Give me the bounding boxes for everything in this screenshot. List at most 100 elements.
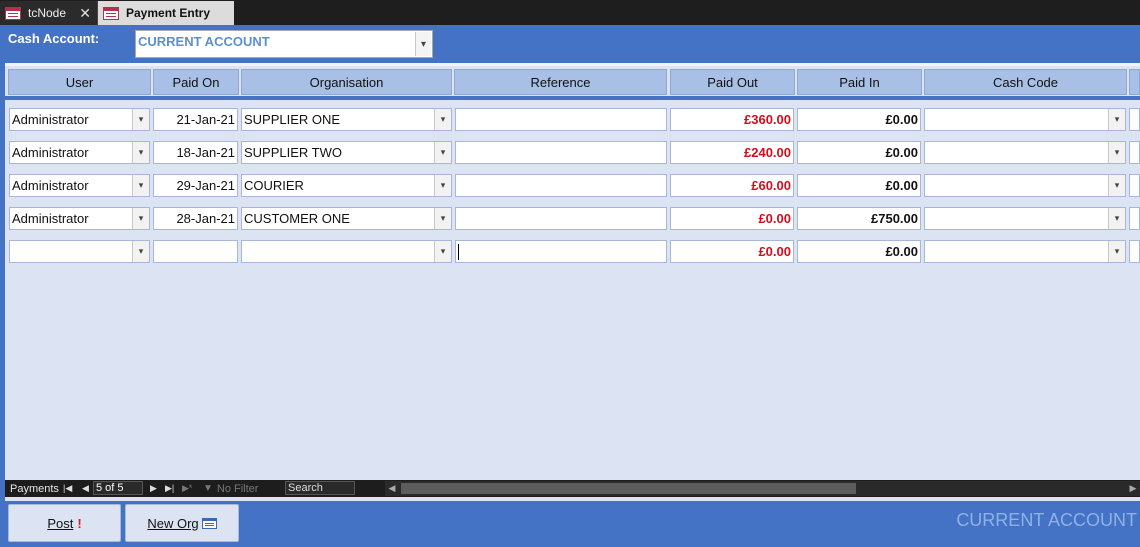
post-button[interactable]: Post ! [8,504,121,542]
text-cursor [458,244,459,260]
user-combo[interactable]: Administrator ▾ [9,141,150,164]
header-divider [5,96,1140,100]
overflow-cell[interactable] [1129,240,1140,263]
chevron-down-icon[interactable]: ▾ [415,32,431,56]
payments-datasheet: User Paid On Organisation Reference Paid… [5,63,1140,501]
cash-code-combo[interactable]: ▾ [924,174,1126,197]
paid-on-field[interactable]: 21-Jan-21 [153,108,238,131]
post-button-label: Post [47,515,74,531]
column-header-paid-in[interactable]: Paid In [797,69,922,95]
chevron-down-icon[interactable]: ▾ [434,208,451,229]
last-record-icon[interactable]: ▶| [165,480,174,497]
filter-toggle[interactable]: ▼ No Filter [203,480,258,497]
column-header-organisation[interactable]: Organisation [241,69,452,95]
chevron-down-icon[interactable]: ▾ [132,109,149,130]
reference-field[interactable] [455,141,667,164]
table-row: Administrator ▾ 18-Jan-21 SUPPLIER TWO ▾ £… [5,139,1140,166]
new-org-button-label: New Org [147,515,199,531]
column-header-paid-out[interactable]: Paid Out [670,69,795,95]
chevron-down-icon[interactable]: ▾ [1108,175,1125,196]
paid-out-field[interactable]: £0.00 [670,240,794,263]
tab-tcnode[interactable]: tcNode ✕ [0,1,98,25]
chevron-down-icon[interactable]: ▾ [132,142,149,163]
organisation-combo[interactable]: ▾ [241,240,452,263]
chevron-down-icon[interactable]: ▾ [434,109,451,130]
organisation-combo[interactable]: SUPPLIER ONE ▾ [241,108,452,131]
cash-code-combo[interactable]: ▾ [924,108,1126,131]
chevron-down-icon[interactable]: ▾ [132,208,149,229]
cash-code-combo[interactable]: ▾ [924,141,1126,164]
chevron-down-icon[interactable]: ▾ [132,241,149,262]
paid-on-field[interactable] [153,240,238,263]
overflow-cell[interactable] [1129,141,1140,164]
chevron-down-icon[interactable]: ▾ [1108,241,1125,262]
tab-payment-entry[interactable]: Payment Entry [98,1,234,25]
column-header-overflow [1129,69,1140,95]
chevron-down-icon[interactable]: ▾ [1108,142,1125,163]
overflow-cell[interactable] [1129,174,1140,197]
chevron-down-icon[interactable]: ▾ [132,175,149,196]
current-record-input[interactable]: 5 of 5 [93,481,143,495]
reference-field[interactable] [455,174,667,197]
chevron-down-icon[interactable]: ▾ [434,241,451,262]
next-record-icon[interactable]: ▶ [150,480,157,497]
new-record-icon[interactable]: ▶* [182,480,192,497]
overflow-cell[interactable] [1129,108,1140,131]
column-header-row: User Paid On Organisation Reference Paid… [5,69,1140,96]
form-icon [201,517,217,529]
paid-out-field[interactable]: £0.00 [670,207,794,230]
paid-out-field[interactable]: £360.00 [670,108,794,131]
chevron-down-icon[interactable]: ▾ [434,142,451,163]
paid-on-field[interactable]: 29-Jan-21 [153,174,238,197]
cash-code-combo[interactable]: ▾ [924,207,1126,230]
table-row: ▾ ▾ £0.00 £0.00 ▾ [5,238,1140,265]
user-combo[interactable]: ▾ [9,240,150,263]
form-icon [103,6,119,20]
document-tab-bar: tcNode ✕ Payment Entry [0,0,1140,25]
horizontal-scrollbar[interactable]: ◀ ▶ [385,481,1140,496]
tab-label: tcNode [28,6,67,20]
cash-account-label: Cash Account: [8,31,100,46]
paid-out-field[interactable]: £60.00 [670,174,794,197]
reference-field[interactable] [455,108,667,131]
user-combo[interactable]: Administrator ▾ [9,207,150,230]
cash-account-combo[interactable]: CURRENT ACCOUNT ▾ [135,30,433,58]
form-icon [5,6,21,20]
organisation-combo[interactable]: SUPPLIER TWO ▾ [241,141,452,164]
organisation-combo[interactable]: COURIER ▾ [241,174,452,197]
user-combo[interactable]: Administrator ▾ [9,108,150,131]
paid-in-field[interactable]: £0.00 [797,108,921,131]
paid-in-field[interactable]: £0.00 [797,240,921,263]
user-combo[interactable]: Administrator ▾ [9,174,150,197]
funnel-icon: ▼ [203,483,213,494]
table-row: Administrator ▾ 28-Jan-21 CUSTOMER ONE ▾ £… [5,205,1140,232]
scroll-left-icon[interactable]: ◀ [385,481,399,496]
previous-record-icon[interactable]: ◀ [82,480,89,497]
overflow-cell[interactable] [1129,207,1140,230]
paid-on-field[interactable]: 28-Jan-21 [153,207,238,230]
column-header-cash-code[interactable]: Cash Code [924,69,1127,95]
scroll-thumb[interactable] [401,483,856,494]
paid-in-field[interactable]: £750.00 [797,207,921,230]
column-header-paid-on[interactable]: Paid On [153,69,239,95]
payment-entry-form: Cash Account: CURRENT ACCOUNT ▾ User Pai… [0,25,1140,547]
organisation-combo[interactable]: CUSTOMER ONE ▾ [241,207,452,230]
reference-field[interactable] [455,207,667,230]
cash-account-value: CURRENT ACCOUNT [138,34,270,49]
search-input[interactable]: Search [285,481,355,495]
paid-in-field[interactable]: £0.00 [797,141,921,164]
paid-in-field[interactable]: £0.00 [797,174,921,197]
chevron-down-icon[interactable]: ▾ [1108,208,1125,229]
chevron-down-icon[interactable]: ▾ [434,175,451,196]
paid-out-field[interactable]: £240.00 [670,141,794,164]
paid-on-field[interactable]: 18-Jan-21 [153,141,238,164]
column-header-reference[interactable]: Reference [454,69,667,95]
new-org-button[interactable]: New Org [125,504,239,542]
reference-field[interactable] [455,240,667,263]
cash-code-combo[interactable]: ▾ [924,240,1126,263]
scroll-right-icon[interactable]: ▶ [1126,481,1140,496]
chevron-down-icon[interactable]: ▾ [1108,109,1125,130]
column-header-user[interactable]: User [8,69,151,95]
close-icon[interactable]: ✕ [79,5,91,22]
first-record-icon[interactable]: |◀ [63,480,72,497]
